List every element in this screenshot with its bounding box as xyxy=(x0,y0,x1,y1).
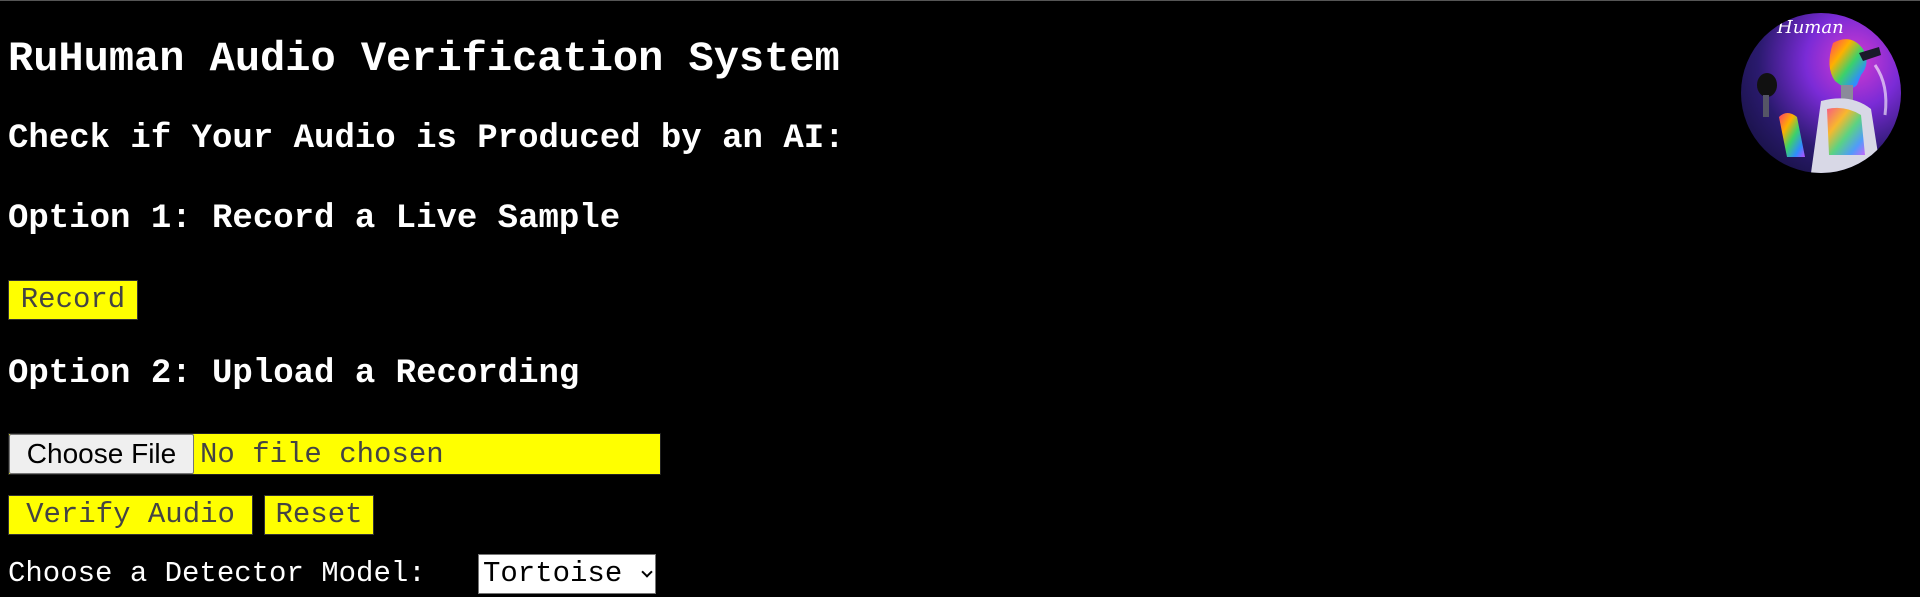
reset-button[interactable]: Reset xyxy=(264,495,374,535)
robot-logo-icon: Human xyxy=(1741,13,1901,173)
option2-heading: Option 2: Upload a Recording xyxy=(8,355,580,393)
option1-heading: Option 1: Record a Live Sample xyxy=(8,200,621,238)
file-upload-input[interactable]: Choose File No file chosen xyxy=(8,433,661,475)
page-subtitle: Check if Your Audio is Produced by an AI… xyxy=(8,120,845,158)
detector-model-value: Tortoise xyxy=(483,557,623,590)
file-status-text: No file chosen xyxy=(200,438,444,471)
record-button[interactable]: Record xyxy=(8,280,138,320)
detector-model-select[interactable]: Tortoise xyxy=(478,554,656,594)
chevron-down-icon xyxy=(641,566,653,578)
choose-file-button[interactable]: Choose File xyxy=(9,434,194,474)
logo-text: Human xyxy=(1777,17,1844,38)
verify-audio-button[interactable]: Verify Audio xyxy=(8,495,253,535)
page-title: RuHuman Audio Verification System xyxy=(8,35,840,83)
detector-model-label: Choose a Detector Model: xyxy=(8,557,426,590)
